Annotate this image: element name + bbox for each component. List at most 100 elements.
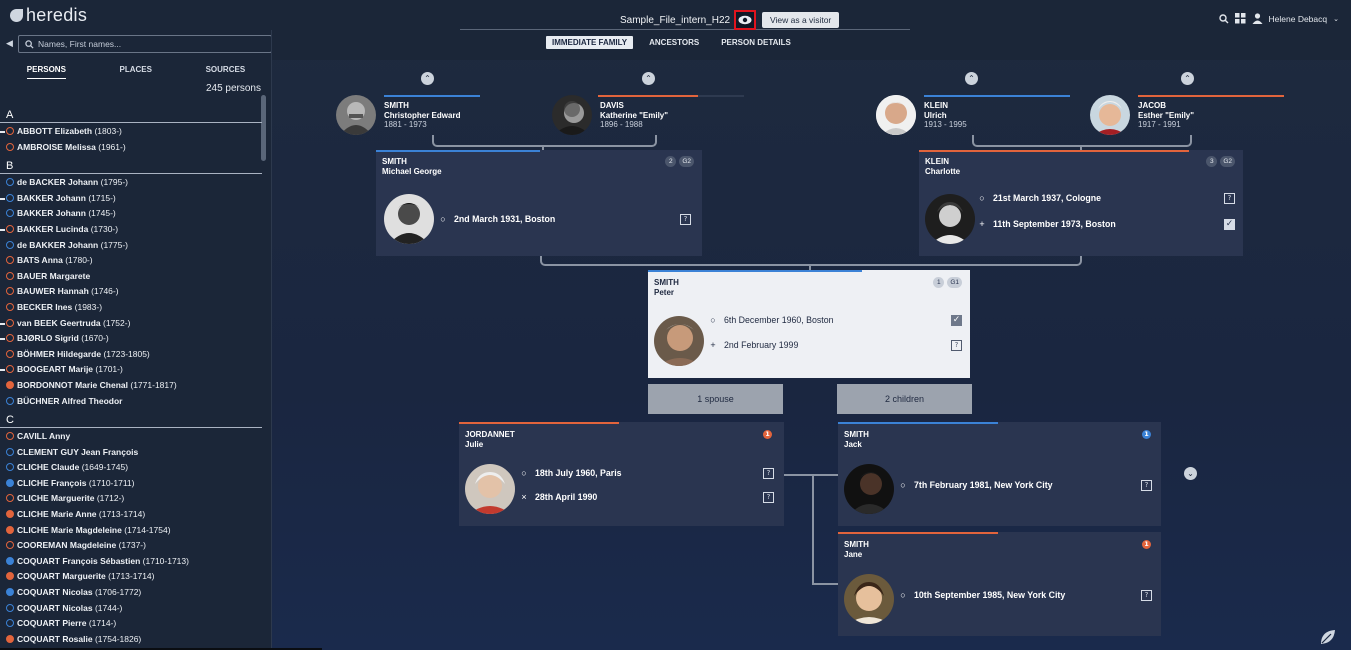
tab-ancestors[interactable]: ANCESTORS	[643, 36, 705, 49]
generation-badge: G2	[1220, 156, 1235, 167]
person-dates: (1730-)	[90, 223, 119, 234]
person-dates: (1670-)	[81, 333, 109, 344]
expand-ancestors-chevron-up-icon[interactable]: ⌃	[965, 72, 978, 85]
person-list-item[interactable]: COOREMAN Magdeleine (1737-)	[0, 538, 262, 554]
female-line	[1138, 95, 1284, 97]
person-name: CLICHE Marie Anne	[17, 509, 97, 520]
expand-ancestors-chevron-up-icon[interactable]: ⌃	[642, 72, 655, 85]
unknown-source-icon[interactable]: ?	[951, 340, 962, 351]
marriage-text: 28th April 1990	[535, 492, 598, 502]
search-input[interactable]: Names, First names...	[18, 35, 271, 53]
person-list-item[interactable]: CLICHE Marie Magdeleine (1714-1754)	[0, 523, 262, 539]
search-icon[interactable]	[1218, 13, 1229, 24]
person-list-item[interactable]: BECKER Ines (1983-)	[0, 300, 262, 316]
death-event: + 11th September 1973, Boston	[977, 219, 1115, 229]
person-name: COQUART Nicolas	[17, 587, 93, 598]
father-card[interactable]: SMITH Michael George 2 G2 ○ 2nd March 19…	[376, 150, 702, 256]
birth-text: 2nd March 1931, Boston	[454, 214, 556, 224]
person-dates: (1795-)	[100, 177, 129, 188]
person-list-item[interactable]: CLICHE Marie Anne (1713-1714)	[0, 507, 262, 523]
person-list-item[interactable]: COQUART François Sébastien (1710-1713)	[0, 554, 262, 570]
person-list-item[interactable]: COQUART Pierre (1714-)	[0, 616, 262, 632]
person-list-item[interactable]: BAKKER Johann (1715-)	[0, 191, 262, 207]
person-list-item[interactable]: BORDONNOT Marie Chenal (1771-1817)	[0, 378, 262, 394]
main-person-card[interactable]: SMITH Peter 1 G1 ○ 6th December 1960, Bo…	[648, 270, 970, 378]
children-button[interactable]: 2 children	[837, 384, 972, 414]
person-list-item[interactable]: BATS Anna (1780-)	[0, 253, 262, 269]
marriage-event: × 28th April 1990	[519, 492, 597, 502]
tab-sources[interactable]: SOURCES	[206, 65, 246, 79]
connector-line	[812, 474, 838, 476]
female-dot-icon	[6, 302, 14, 311]
person-dates: (1714-)	[88, 618, 117, 629]
tab-persons[interactable]: PERSONS	[26, 65, 66, 79]
child-card[interactable]: SMITH Jack 1 ○ 7th February 1981, New Yo…	[838, 422, 1161, 526]
user-name[interactable]: Helene Debacq	[1269, 14, 1328, 24]
person-list-item[interactable]: BAKKER Johann (1745-)	[0, 206, 262, 222]
tab-person-details[interactable]: PERSON DETAILS	[715, 36, 797, 49]
person-list-item[interactable]: CLEMENT GUY Jean François	[0, 445, 262, 461]
person-name: COQUART Rosalie	[17, 633, 93, 644]
leaf-icon	[1321, 630, 1335, 644]
person-list-item[interactable]: BAKKER Lucinda (1730-)	[0, 222, 262, 238]
expand-ancestors-chevron-up-icon[interactable]: ⌃	[421, 72, 434, 85]
count-badge: 1	[933, 277, 945, 288]
source-checked-icon[interactable]: ✓	[1224, 219, 1235, 230]
female-dot-icon	[6, 349, 14, 358]
tab-immediate-family[interactable]: IMMEDIATE FAMILY	[546, 36, 634, 49]
person-dates: (1737-)	[118, 540, 146, 551]
person-dates: (1701-)	[95, 364, 123, 375]
female-line	[459, 422, 619, 424]
unknown-source-icon[interactable]: ?	[1224, 193, 1235, 204]
person-list-item[interactable]: AMBROISE Melissa (1961-)	[0, 140, 262, 156]
unknown-source-icon[interactable]: ?	[763, 468, 774, 479]
spouse-button[interactable]: 1 spouse	[648, 384, 783, 414]
person-list-item[interactable]: BAUWER Hannah (1746-)	[0, 284, 262, 300]
person-list-item[interactable]: CLICHE Claude (1649-1745)	[0, 460, 262, 476]
person-name: COQUART Nicolas	[17, 602, 93, 613]
search-row: ◀ Names, First names...	[6, 35, 271, 53]
unknown-source-icon[interactable]: ?	[1141, 590, 1152, 601]
surname: SMITH	[844, 540, 869, 549]
person-list-item[interactable]: BAUER Margarete	[0, 269, 262, 285]
mother-card[interactable]: KLEIN Charlotte 3 G2 ○ 21st March 1937, …	[919, 150, 1243, 256]
person-list-item[interactable]: CAVILL Anny	[0, 429, 262, 445]
person-list-item[interactable]: CLICHE François (1710-1711)	[0, 476, 262, 492]
visitor-eye-button[interactable]	[734, 10, 756, 30]
person-list-item[interactable]: COQUART Nicolas (1706-1772)	[0, 585, 262, 601]
person-list-item[interactable]: BJØRLO Sigrid (1670-)	[0, 331, 262, 347]
person-list-item[interactable]: BÖHMER Hildegarde (1723-1805)	[0, 347, 262, 363]
person-name: de BAKKER Johann	[17, 239, 99, 250]
person-list-item[interactable]: ABBOTT Elizabeth (1803-)	[0, 124, 262, 140]
unknown-source-icon[interactable]: ?	[1141, 480, 1152, 491]
source-checked-icon[interactable]: ✓	[951, 315, 962, 326]
unknown-source-icon[interactable]: ?	[680, 214, 691, 225]
expand-ancestors-chevron-up-icon[interactable]: ⌃	[1181, 72, 1194, 85]
child-card[interactable]: SMITH Jane 1 ○ 10th September 1985, New …	[838, 532, 1161, 636]
person-list-item[interactable]: COQUART Rosalie (1754-1826)	[0, 632, 262, 648]
given-name: Michael George	[382, 167, 442, 176]
death-cross-icon: +	[979, 219, 985, 229]
unknown-source-icon[interactable]: ?	[763, 492, 774, 503]
person-name: COOREMAN Magdeleine	[17, 540, 117, 551]
female-dot-icon	[6, 127, 14, 135]
expand-descendants-chevron-down-icon[interactable]: ⌄	[1184, 467, 1197, 480]
collapse-sidebar-icon[interactable]: ◀	[6, 39, 18, 49]
person-list-item[interactable]: COQUART Nicolas (1744-)	[0, 601, 262, 617]
person-name: AMBROISE Melissa	[17, 141, 96, 152]
birth-event: ○ 21st March 1937, Cologne	[977, 193, 1101, 203]
user-menu-chevron-icon[interactable]: ⌄	[1333, 15, 1339, 23]
tab-places[interactable]: PLACES	[120, 65, 152, 79]
view-as-visitor-button[interactable]: View as a visitor	[762, 12, 840, 28]
person-list-item[interactable]: van BEEK Geertruda (1752-)	[0, 316, 262, 332]
person-list-item[interactable]: CLICHE Marguerite (1712-)	[0, 491, 262, 507]
person-list-item[interactable]: de BAKKER Johann (1775-)	[0, 238, 262, 254]
person-list-item[interactable]: BOOGEART Marije (1701-)	[0, 362, 262, 378]
person-list-item[interactable]: BÜCHNER Alfred Theodor	[0, 394, 262, 410]
life-years: 1917 - 1991	[1138, 120, 1181, 129]
grid-menu-icon[interactable]	[1234, 13, 1246, 24]
person-list-item[interactable]: COQUART Marguerite (1713-1714)	[0, 569, 262, 585]
person-list-item[interactable]: de BACKER Johann (1795-)	[0, 175, 262, 191]
spouse-card[interactable]: JORDANNET Julie 1 ○ 18th July 1960, Pari…	[459, 422, 784, 526]
app-logo[interactable]: heredis	[10, 5, 87, 26]
